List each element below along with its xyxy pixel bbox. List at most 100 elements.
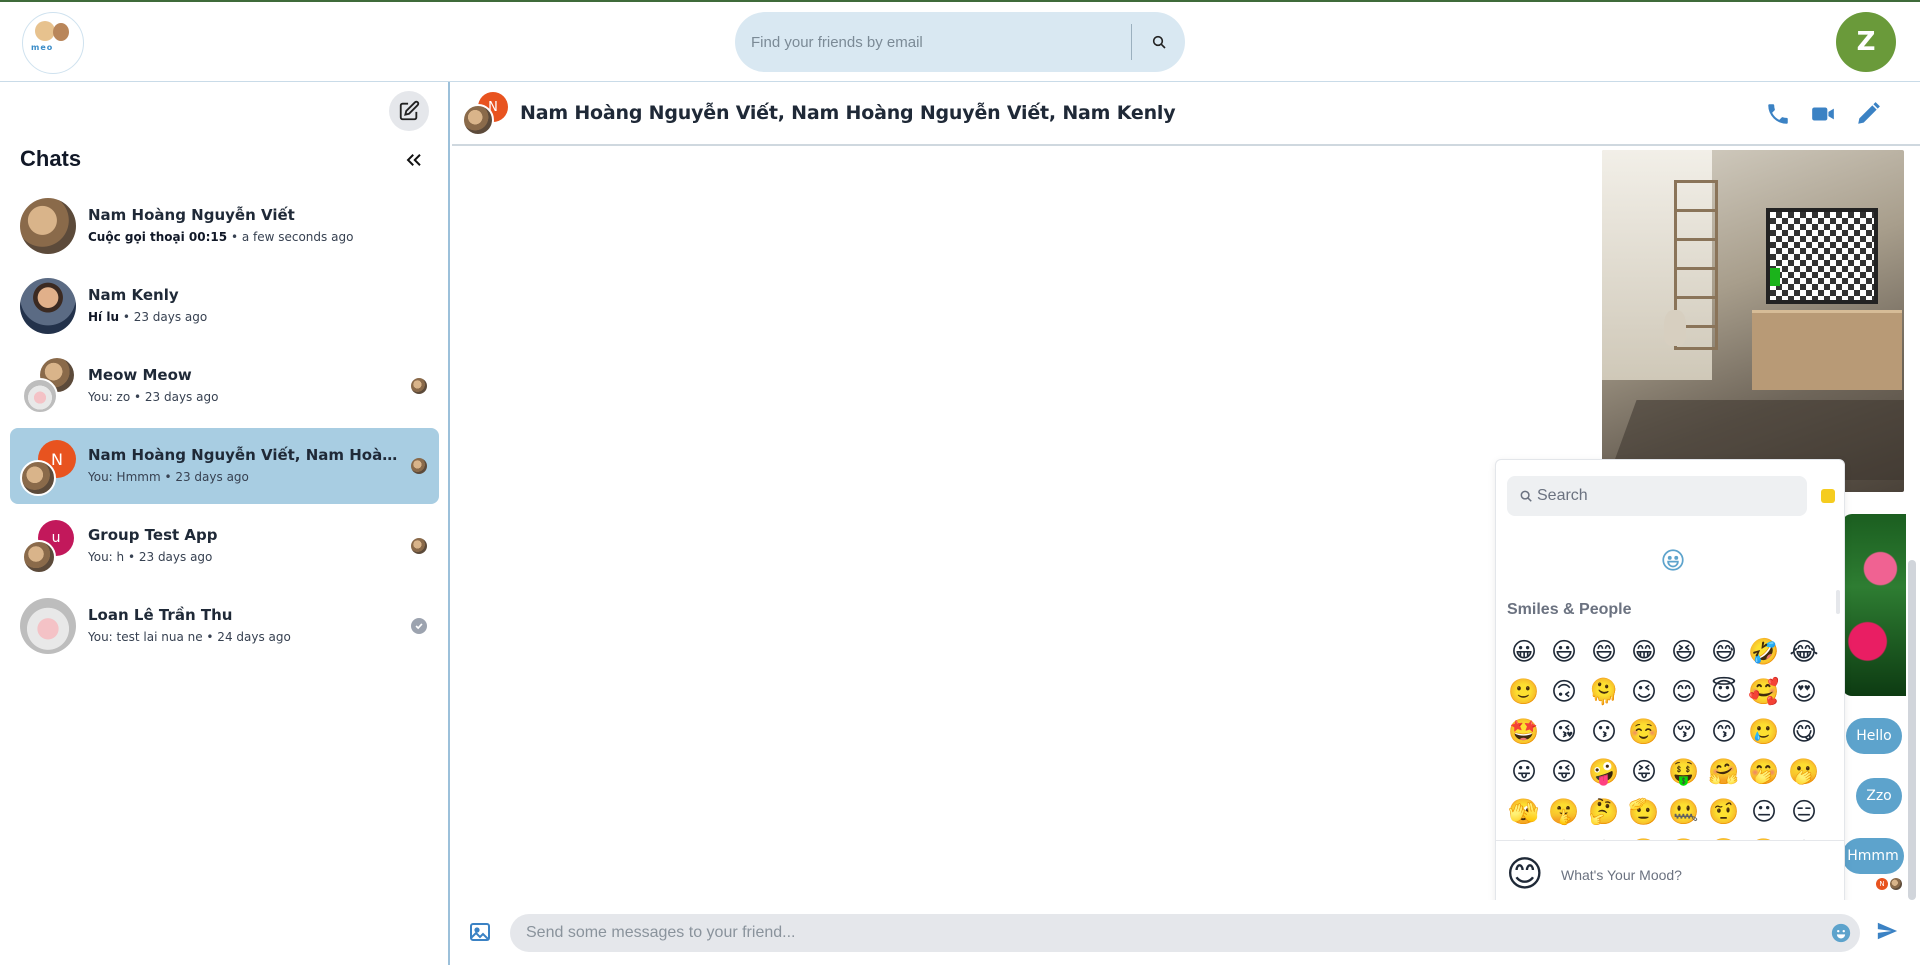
avatar-photo bbox=[20, 460, 56, 496]
app-logo[interactable]: meo bbox=[22, 12, 84, 74]
emoji-option[interactable]: 😮‍💨 bbox=[1704, 832, 1744, 840]
emoji-option[interactable]: 🤩 bbox=[1504, 712, 1544, 752]
chat-list-item[interactable]: Nam Hoàng Nguyễn Viết Cuộc gọi thoại 00:… bbox=[10, 188, 439, 264]
emoji-option[interactable]: 🥲 bbox=[1744, 712, 1784, 752]
emoji-option[interactable]: 🫢 bbox=[1784, 752, 1824, 792]
emoji-option[interactable]: 🫣 bbox=[1504, 792, 1544, 832]
avatar-photo bbox=[462, 104, 494, 136]
emoji-option[interactable]: 😆 bbox=[1664, 632, 1704, 672]
send-button[interactable] bbox=[1876, 920, 1902, 946]
avatar-photo bbox=[20, 198, 76, 254]
chat-sidebar: Chats Nam Hoàng Nguyễn Viết Cuộc gọi tho… bbox=[0, 82, 450, 965]
message-scrollbar[interactable] bbox=[1908, 560, 1916, 900]
emoji-option[interactable]: 😂 bbox=[1784, 632, 1824, 672]
emoji-option[interactable]: 😬 bbox=[1664, 832, 1704, 840]
chat-preview: You: test lai nua ne • 24 days ago bbox=[88, 630, 291, 644]
emoji-option[interactable]: 🙃 bbox=[1544, 672, 1584, 712]
chat-list-item[interactable]: Meow Meow You: zo • 23 days ago bbox=[10, 348, 439, 424]
emoji-option[interactable]: 🥰 bbox=[1744, 672, 1784, 712]
emoji-option[interactable]: 🙂 bbox=[1504, 672, 1544, 712]
emoji-option[interactable]: 😅 bbox=[1704, 632, 1744, 672]
emoji-option[interactable]: 😘 bbox=[1544, 712, 1584, 752]
search-button[interactable] bbox=[1133, 12, 1185, 72]
emoji-option[interactable]: 😍 bbox=[1784, 672, 1824, 712]
edit-square-icon bbox=[399, 100, 420, 121]
emoji-option[interactable]: ☺️ bbox=[1624, 712, 1664, 752]
attach-image-button[interactable] bbox=[468, 920, 494, 946]
emoji-option[interactable]: 😄 bbox=[1584, 632, 1624, 672]
chat-list-item[interactable]: Nam Kenly Hí lu • 23 days ago bbox=[10, 268, 439, 344]
emoji-option[interactable]: 😁 bbox=[1624, 632, 1664, 672]
emoji-option[interactable]: 😙 bbox=[1704, 712, 1744, 752]
emoji-option[interactable]: 😇 bbox=[1704, 672, 1744, 712]
emoji-option[interactable]: 😃 bbox=[1544, 632, 1584, 672]
emoji-option[interactable]: 😚 bbox=[1664, 712, 1704, 752]
chat-preview: Hí lu • 23 days ago bbox=[88, 310, 207, 324]
emoji-option[interactable]: 🙄 bbox=[1624, 832, 1664, 840]
emoji-option[interactable]: 🤫 bbox=[1544, 792, 1584, 832]
skin-tone-picker[interactable] bbox=[1821, 489, 1835, 503]
chat-list-item[interactable]: Loan Lê Trần Thu You: test lai nua ne • … bbox=[10, 588, 439, 664]
emoji-option[interactable]: 🤥 bbox=[1744, 832, 1784, 840]
message-input-wrap bbox=[510, 914, 1860, 952]
emoji-option[interactable]: 😐 bbox=[1744, 792, 1784, 832]
emoji-option[interactable]: 🤣 bbox=[1744, 632, 1784, 672]
emoji-option[interactable]: 😝 bbox=[1624, 752, 1664, 792]
emoji-option[interactable]: 😑 bbox=[1784, 792, 1824, 832]
message-bubble[interactable]: Hmmm bbox=[1842, 838, 1904, 874]
emoji-button[interactable] bbox=[1830, 922, 1852, 944]
emoji-option[interactable]: 🤑 bbox=[1664, 752, 1704, 792]
picker-scrollbar[interactable] bbox=[1836, 590, 1840, 614]
emoji-option[interactable]: 😜 bbox=[1544, 752, 1584, 792]
emoji-icon bbox=[1662, 549, 1684, 571]
emoji-search-input[interactable] bbox=[1537, 476, 1797, 516]
voice-call-button[interactable] bbox=[1762, 98, 1794, 130]
emoji-option[interactable]: 😛 bbox=[1504, 752, 1544, 792]
emoji-icon bbox=[1831, 923, 1851, 943]
friend-search bbox=[735, 12, 1185, 72]
emoji-option[interactable]: 😒 bbox=[1584, 832, 1624, 840]
emoji-option[interactable]: 🤗 bbox=[1704, 752, 1744, 792]
emoji-option[interactable]: 🤔 bbox=[1584, 792, 1624, 832]
chat-list-item[interactable]: u Group Test App You: h • 23 days ago bbox=[10, 508, 439, 584]
emoji-grid: 😀 😃 😄 😁 😆 😅 🤣 😂 🙂 🙃 🫠 😉 😊 😇 🥰 😍 🤩 😘 😗 ☺️ 😚 😙 🥲 😋 😛 😜 🤪 😝 🤑 🤗 🤭 🫢 🫣 🤫 🤔 🫡 🤐 🤨 😐… bbox=[1504, 632, 1834, 840]
emoji-option[interactable]: 🤨 bbox=[1704, 792, 1744, 832]
smileys-category-tab[interactable] bbox=[1660, 547, 1686, 573]
chat-list: Nam Hoàng Nguyễn Viết Cuộc gọi thoại 00:… bbox=[10, 188, 439, 668]
emoji-option[interactable]: 🤐 bbox=[1664, 792, 1704, 832]
chats-heading: Chats bbox=[20, 146, 82, 171]
logo-text: meo bbox=[31, 43, 54, 52]
message-image[interactable] bbox=[1842, 514, 1906, 696]
emoji-option[interactable]: 😋 bbox=[1784, 712, 1824, 752]
message-image[interactable] bbox=[1602, 150, 1904, 492]
emoji-option[interactable]: 🫡 bbox=[1624, 792, 1664, 832]
emoji-option[interactable]: 😗 bbox=[1584, 712, 1624, 752]
emoji-option[interactable]: 😉 bbox=[1624, 672, 1664, 712]
emoji-option[interactable]: 😊 bbox=[1664, 672, 1704, 712]
emoji-option[interactable]: 😌 bbox=[1784, 832, 1824, 840]
seen-avatar bbox=[411, 458, 427, 474]
image-tv bbox=[1766, 208, 1878, 304]
emoji-option[interactable]: 🤪 bbox=[1584, 752, 1624, 792]
emoji-option[interactable]: 😀 bbox=[1504, 632, 1544, 672]
user-avatar[interactable]: Z bbox=[1836, 12, 1896, 72]
message-input[interactable] bbox=[526, 914, 1786, 952]
avatar bbox=[20, 598, 76, 654]
new-chat-button[interactable] bbox=[389, 91, 429, 131]
emoji-option[interactable]: 😏 bbox=[1544, 832, 1584, 840]
emoji-option[interactable]: 😶 bbox=[1504, 832, 1544, 840]
avatar-photo bbox=[22, 378, 58, 414]
seen-avatar bbox=[411, 538, 427, 554]
message-bubble[interactable]: Hello bbox=[1846, 718, 1902, 754]
chat-list-item-active[interactable]: N Nam Hoàng Nguyễn Viết, Nam Hoàng Nguyễ… bbox=[10, 428, 439, 504]
edit-chat-button[interactable] bbox=[1852, 98, 1884, 130]
chat-preview: You: Hmmm • 23 days ago bbox=[88, 470, 249, 484]
emoji-option[interactable]: 🫠 bbox=[1584, 672, 1624, 712]
group-avatar bbox=[20, 358, 76, 414]
message-bubble[interactable]: Zzo bbox=[1856, 778, 1902, 814]
video-call-button[interactable] bbox=[1807, 98, 1839, 130]
friend-search-input[interactable] bbox=[751, 24, 1111, 60]
emoji-option[interactable]: 🤭 bbox=[1744, 752, 1784, 792]
collapse-sidebar-button[interactable] bbox=[400, 146, 428, 174]
chat-name: Meow Meow bbox=[88, 366, 192, 384]
